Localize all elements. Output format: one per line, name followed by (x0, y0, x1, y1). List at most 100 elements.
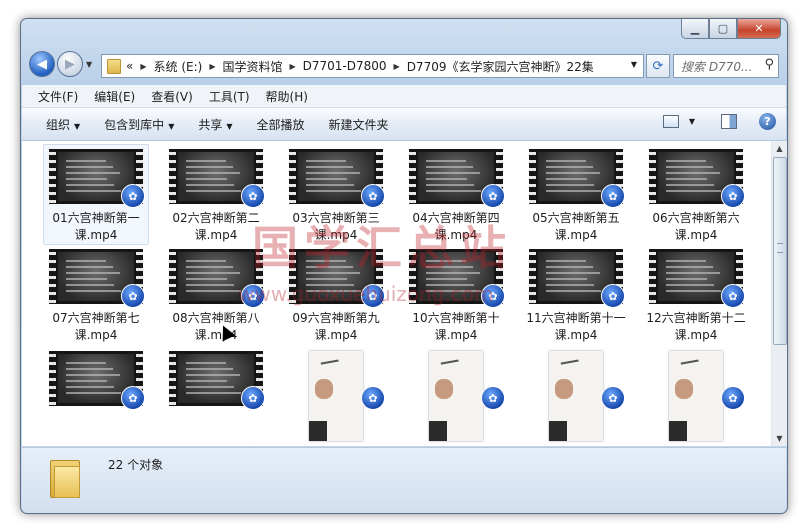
file-item[interactable]: ✿ 11六宫神断第十一课.mp4 (524, 245, 628, 344)
menu-file[interactable]: 文件(F) (38, 88, 78, 105)
video-thumbnail: ✿ (289, 149, 385, 208)
search-placeholder: 搜索 D770... (681, 59, 753, 74)
chevron-right-icon[interactable]: ▶ (140, 62, 146, 71)
breadcrumb-drive[interactable]: 系统 (E:) (154, 58, 203, 75)
include-in-library-label: 包含到库中 (104, 117, 165, 132)
media-player-badge-icon: ✿ (241, 386, 265, 410)
video-thumbnail: ✿ (49, 249, 145, 308)
video-thumbnail: ✿ (649, 249, 745, 308)
share-button[interactable]: 共享 ▼ (198, 116, 232, 133)
scrollbar-thumb[interactable] (773, 157, 787, 345)
file-name: 10六宫神断第十课.mp4 (412, 311, 500, 342)
menu-view[interactable]: 查看(V) (151, 88, 193, 105)
video-thumbnail: ✿ (649, 149, 745, 208)
video-thumbnail: ✿ (289, 351, 385, 441)
watermark-text: 国学汇总站 (252, 221, 512, 275)
menu-bar: 文件(F) 编辑(E) 查看(V) 工具(T) 帮助(H) (22, 85, 786, 108)
folder-icon (107, 58, 121, 74)
video-thumbnail: ✿ (169, 149, 265, 208)
menu-help[interactable]: 帮助(H) (266, 88, 308, 105)
media-player-badge-icon: ✿ (121, 184, 145, 208)
forward-button[interactable]: ▶ (57, 51, 83, 77)
watermark-url: www.guoxuehuizong.com (238, 282, 494, 306)
file-item[interactable]: ✿ (44, 347, 148, 412)
video-thumbnail: ✿ (49, 351, 145, 410)
minimize-button[interactable]: ▁ (681, 19, 709, 39)
media-player-badge-icon: ✿ (601, 284, 625, 308)
menu-edit[interactable]: 编辑(E) (94, 88, 135, 105)
media-player-badge-icon: ✿ (481, 386, 505, 410)
file-item[interactable]: ✿ (404, 347, 508, 441)
help-icon[interactable]: ? (759, 113, 776, 130)
address-dropdown-icon[interactable]: ▼ (631, 60, 637, 69)
organize-label: 组织 (46, 117, 71, 132)
recent-pages-dropdown[interactable]: ▼ (86, 60, 92, 69)
toolbar-right: ▼ ? (662, 113, 776, 130)
play-all-button[interactable]: 全部播放 (257, 116, 305, 133)
include-in-library-button[interactable]: 包含到库中 ▼ (104, 116, 174, 133)
chevron-right-icon[interactable]: ▶ (289, 62, 295, 71)
menu-tools[interactable]: 工具(T) (209, 88, 250, 105)
paper-preview-image (309, 351, 363, 441)
address-bar[interactable]: « ▶ 系统 (E:) ▶ 国学资料馆 ▶ D7701-D7800 ▶ D770… (101, 54, 644, 78)
file-name: 08六宫神断第八课.mp4 (172, 311, 260, 342)
file-item[interactable]: ✿ (644, 347, 748, 441)
video-thumbnail: ✿ (409, 149, 505, 208)
file-name: 06六宫神断第六课.mp4 (652, 211, 740, 242)
address-overflow[interactable]: « (126, 59, 133, 73)
organize-button[interactable]: 组织 ▼ (46, 116, 80, 133)
maximize-button[interactable]: ▢ (709, 19, 737, 39)
file-item[interactable]: ✿ 01六宫神断第一课.mp4 (43, 144, 149, 245)
breadcrumb-current-folder[interactable]: D7709《玄学家园六宫神断》22集 (407, 58, 594, 75)
media-player-badge-icon: ✿ (361, 386, 385, 410)
preview-pane-icon[interactable] (721, 114, 737, 129)
navigation-buttons: ◀ ▶ ▼ (29, 51, 92, 77)
video-thumbnail: ✿ (49, 149, 145, 208)
paper-preview-image (429, 351, 483, 441)
scroll-down-arrow[interactable]: ▼ (772, 431, 787, 446)
file-name: 12六宫神断第十二课.mp4 (646, 311, 746, 342)
chevron-down-icon: ▼ (168, 121, 175, 131)
share-label: 共享 (198, 117, 223, 132)
new-folder-button[interactable]: 新建文件夹 (329, 116, 389, 133)
media-player-badge-icon: ✿ (121, 386, 145, 410)
folder-icon (50, 456, 80, 498)
search-icon[interactable]: ⚲ (764, 57, 774, 72)
file-name: 05六宫神断第五课.mp4 (532, 211, 620, 242)
video-thumbnail: ✿ (529, 351, 625, 441)
file-item[interactable]: ✿ (524, 347, 628, 441)
video-thumbnail: ✿ (529, 149, 625, 208)
file-name: 01六宫神断第一课.mp4 (52, 211, 140, 242)
chevron-down-icon: ▼ (74, 121, 81, 131)
file-name: 11六宫神断第十一课.mp4 (526, 311, 626, 342)
media-player-badge-icon: ✿ (721, 386, 745, 410)
breadcrumb-library[interactable]: 国学资料馆 (222, 58, 282, 75)
media-player-badge-icon: ✿ (721, 284, 745, 308)
media-player-badge-icon: ✿ (601, 386, 625, 410)
media-player-badge-icon: ✿ (481, 184, 505, 208)
change-view-icon[interactable] (662, 115, 679, 128)
file-item[interactable]: ✿ 05六宫神断第五课.mp4 (524, 145, 628, 244)
vertical-scrollbar[interactable]: ▲ ▼ (771, 141, 787, 446)
paper-preview-image (549, 351, 603, 441)
command-bar: 组织 ▼ 包含到库中 ▼ 共享 ▼ 全部播放 新建文件夹 ▼ ? (22, 108, 786, 141)
close-button[interactable]: ✕ (737, 19, 781, 39)
scrollbar-grip (777, 243, 783, 253)
media-player-badge-icon: ✿ (121, 284, 145, 308)
back-button[interactable]: ◀ (29, 51, 55, 77)
view-options-dropdown[interactable]: ▼ (689, 117, 695, 126)
chevron-right-icon[interactable]: ▶ (394, 62, 400, 71)
file-name: 07六宫神断第七课.mp4 (52, 311, 140, 342)
search-input[interactable]: 搜索 D770... ⚲ (673, 54, 779, 78)
chevron-right-icon[interactable]: ▶ (209, 62, 215, 71)
file-item[interactable]: ✿ 07六宫神断第七课.mp4 (44, 245, 148, 344)
file-item[interactable]: ✿ 12六宫神断第十二课.mp4 (644, 245, 748, 344)
file-item[interactable]: ✿ 06六宫神断第六课.mp4 (644, 145, 748, 244)
refresh-button[interactable]: ⟳ (646, 54, 670, 78)
breadcrumb-range[interactable]: D7701-D7800 (303, 59, 387, 73)
file-item[interactable]: ✿ (284, 347, 388, 441)
media-player-badge-icon: ✿ (241, 184, 265, 208)
caption-buttons: ▁ ▢ ✕ (681, 19, 781, 39)
scroll-up-arrow[interactable]: ▲ (772, 141, 787, 156)
file-item[interactable]: ✿ (164, 347, 268, 412)
